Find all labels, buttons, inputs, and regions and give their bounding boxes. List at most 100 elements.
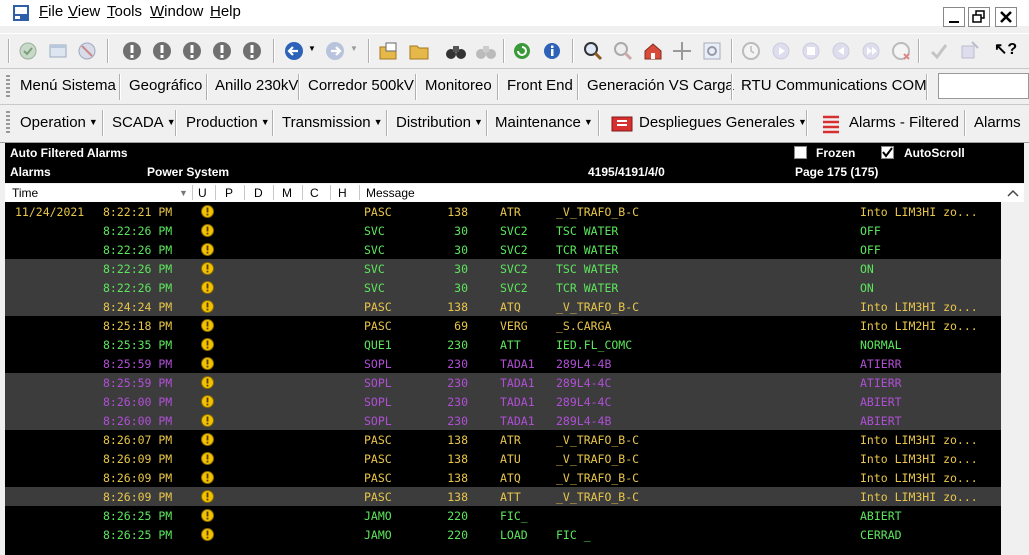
menu-tools[interactable]: Tools <box>107 3 142 20</box>
display-search-input[interactable] <box>938 73 1029 99</box>
unacknowledged-alarm-icon[interactable] <box>201 281 214 294</box>
display-menu-sistema[interactable]: Menú Sistema <box>20 77 116 94</box>
alarm-row[interactable]: 8:24:24 PM PASC 138 ATQ _V_TRAFO_B-C Into LIM… <box>5 297 1001 316</box>
col-message[interactable]: Message <box>366 186 415 200</box>
unacknowledged-alarm-icon[interactable] <box>201 376 214 389</box>
unacknowledged-alarm-icon[interactable] <box>201 471 214 484</box>
production-menu[interactable]: Production ▼ <box>186 114 270 131</box>
home-icon[interactable] <box>642 40 664 62</box>
unacknowledged-alarm-icon[interactable] <box>201 205 214 218</box>
maintenance-menu[interactable]: Maintenance ▼ <box>495 114 593 131</box>
unacknowledged-alarm-icon[interactable] <box>201 414 214 427</box>
record-icon[interactable] <box>800 40 822 62</box>
help-cursor-icon[interactable]: ↖? <box>994 39 1017 59</box>
menu-window[interactable]: Window <box>150 3 203 20</box>
alarm-row[interactable]: 8:25:59 PM SOPL 230 TADA1 289L4-4C ATIERR <box>5 373 1001 392</box>
display-rtu-communications[interactable]: RTU Communications COM <box>741 77 927 94</box>
col-u[interactable]: U <box>198 186 207 200</box>
display-monitoreo[interactable]: Monitoreo <box>425 77 492 94</box>
display-front-end[interactable]: Front End <box>507 77 573 94</box>
unacknowledged-alarm-icon[interactable] <box>201 395 214 408</box>
zoom-out-icon[interactable] <box>612 40 634 62</box>
scada-menu[interactable]: SCADA ▼ <box>112 114 176 131</box>
forward-arrow-icon[interactable] <box>324 40 346 62</box>
alarm-row[interactable]: 8:26:09 PM PASC 138 ATT _V_TRAFO_B-C Into LIM… <box>5 487 1001 506</box>
silence-icon[interactable] <box>76 40 98 62</box>
unacknowledged-alarm-icon[interactable] <box>201 224 214 237</box>
alarm-row[interactable]: 8:26:00 PM SOPL 230 TADA1 289L4-4C ABIERT <box>5 392 1001 411</box>
pan-icon[interactable] <box>671 40 693 62</box>
display-generacion-vs-carga[interactable]: Generación VS Carga <box>587 77 734 94</box>
alarm-row[interactable]: 8:25:18 PM PASC 69 VERG _S.CARGA Into LIM2HI … <box>5 316 1001 335</box>
alarm-exclaim-3-icon[interactable] <box>181 40 203 62</box>
forward-dropdown-icon[interactable]: ▼ <box>350 44 358 53</box>
rewind-icon[interactable] <box>830 40 852 62</box>
col-m[interactable]: M <box>282 186 292 200</box>
zoom-in-icon[interactable] <box>582 40 604 62</box>
alarm-row[interactable]: 8:25:59 PM SOPL 230 TADA1 289L4-4B ATIERR <box>5 354 1001 373</box>
alarm-row[interactable]: 8:22:26 PM SVC 30 SVC2 TSC WATER ON <box>5 259 1001 278</box>
playback-icon[interactable] <box>770 40 792 62</box>
display-corredor-500kv[interactable]: Corredor 500kV <box>308 77 414 94</box>
unacknowledged-alarm-icon[interactable] <box>201 357 214 370</box>
distribution-menu[interactable]: Distribution ▼ <box>396 114 483 131</box>
alarm-exclaim-2-icon[interactable] <box>151 40 173 62</box>
back-arrow-icon[interactable] <box>283 40 305 62</box>
unacknowledged-alarm-icon[interactable] <box>201 319 214 332</box>
col-h[interactable]: H <box>338 186 347 200</box>
col-d[interactable]: D <box>254 186 263 200</box>
window-icon[interactable] <box>47 40 69 62</box>
menu-help[interactable]: Help <box>210 3 241 20</box>
alarm-row[interactable]: 11/24/2021 8:22:21 PM PASC 138 ATR _V_TRAFO_B… <box>5 202 1001 221</box>
alarm-exclaim-1-icon[interactable] <box>121 40 143 62</box>
clock-icon[interactable] <box>740 40 762 62</box>
folder-icon[interactable] <box>408 40 430 62</box>
acknowledge-icon[interactable] <box>17 40 39 62</box>
vertical-scrollbar[interactable] <box>1001 202 1024 555</box>
alarm-exclaim-5-icon[interactable] <box>241 40 263 62</box>
alarm-row[interactable]: 8:22:26 PM SVC 30 SVC2 TCR WATER ON <box>5 278 1001 297</box>
fast-forward-icon[interactable] <box>860 40 882 62</box>
info-icon[interactable] <box>541 40 563 62</box>
col-time[interactable]: Time <box>12 186 38 200</box>
col-c[interactable]: C <box>310 186 319 200</box>
alarm-row[interactable]: 8:26:25 PM JAMO 220 LOAD FIC _ CERRAD <box>5 525 1001 544</box>
plugin-icon[interactable] <box>958 40 980 62</box>
binoculars-disabled-icon[interactable] <box>475 40 497 62</box>
despliegues-generales-menu[interactable]: Despliegues Generales ▼ <box>639 114 807 131</box>
alarm-row[interactable]: 8:26:00 PM SOPL 230 TADA1 289L4-4B ABIERT <box>5 411 1001 430</box>
unacknowledged-alarm-icon[interactable] <box>201 433 214 446</box>
transmission-menu[interactable]: Transmission ▼ <box>282 114 383 131</box>
frozen-checkbox[interactable] <box>794 146 807 159</box>
alarm-row[interactable]: 8:26:09 PM PASC 138 ATU _V_TRAFO_B-C Into LIM… <box>5 449 1001 468</box>
alarm-row[interactable]: 8:22:26 PM SVC 30 SVC2 TCR WATER OFF <box>5 240 1001 259</box>
alarms-filtered-button[interactable]: Alarms - Filtered <box>849 114 959 131</box>
unacknowledged-alarm-icon[interactable] <box>201 338 214 351</box>
unacknowledged-alarm-icon[interactable] <box>201 452 214 465</box>
clock-stop-icon[interactable] <box>890 40 912 62</box>
display-anillo-230kv[interactable]: Anillo 230kV <box>215 77 298 94</box>
unacknowledged-alarm-icon[interactable] <box>201 262 214 275</box>
restore-button[interactable] <box>968 7 990 27</box>
close-button[interactable] <box>995 7 1017 27</box>
display-geografico[interactable]: Geográfico <box>129 77 202 94</box>
alarm-exclaim-4-icon[interactable] <box>211 40 233 62</box>
back-dropdown-icon[interactable]: ▼ <box>308 44 316 53</box>
minimize-button[interactable] <box>943 7 965 27</box>
alarm-row[interactable]: 8:26:09 PM PASC 138 ATQ _V_TRAFO_B-C Into LIM… <box>5 468 1001 487</box>
unacknowledged-alarm-icon[interactable] <box>201 300 214 313</box>
autoscroll-checkbox[interactable] <box>881 146 894 159</box>
alarm-row[interactable]: 8:22:26 PM SVC 30 SVC2 TSC WATER OFF <box>5 221 1001 240</box>
operation-menu[interactable]: Operation ▼ <box>20 114 98 131</box>
refresh-icon[interactable] <box>511 40 533 62</box>
alarms-button[interactable]: Alarms <box>974 114 1021 131</box>
alarm-row[interactable]: 8:26:25 PM JAMO 220 FIC_ ABIERT <box>5 506 1001 525</box>
alarm-row[interactable]: 8:26:07 PM PASC 138 ATR _V_TRAFO_B-C Into LIM… <box>5 430 1001 449</box>
alarm-row[interactable]: 8:25:35 PM QUE1 230 ATT IED.FL_COMC NORMAL <box>5 335 1001 354</box>
check-icon[interactable] <box>928 40 950 62</box>
unacknowledged-alarm-icon[interactable] <box>201 528 214 541</box>
zoom-area-icon[interactable] <box>701 40 723 62</box>
unacknowledged-alarm-icon[interactable] <box>201 243 214 256</box>
menu-view[interactable]: View <box>68 3 100 20</box>
scroll-up-icon[interactable] <box>1005 186 1021 200</box>
